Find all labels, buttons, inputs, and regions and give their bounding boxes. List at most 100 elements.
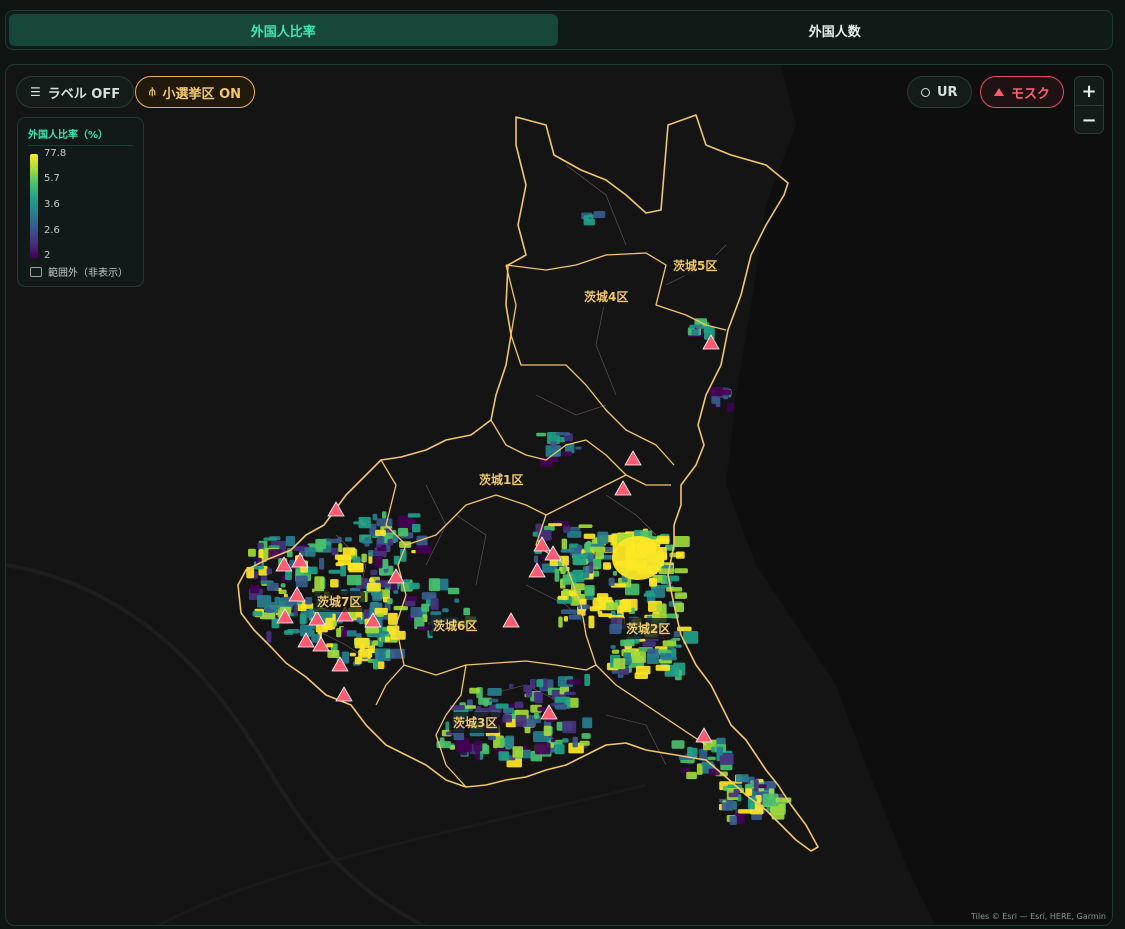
mosque-marker[interactable]	[614, 480, 632, 496]
tab-foreign-ratio[interactable]: 外国人比率	[9, 14, 558, 46]
choropleth-cell	[674, 568, 688, 574]
choropleth-cell	[305, 597, 313, 605]
mosque-toggle-button[interactable]: モスク	[980, 76, 1065, 108]
mosque-marker[interactable]	[695, 727, 713, 743]
choropleth-cell	[721, 802, 734, 811]
choropleth-cell	[673, 631, 681, 637]
municipal-boundary-line	[605, 494, 657, 536]
choropleth-cell	[281, 596, 288, 600]
choropleth-cell	[758, 784, 767, 789]
choropleth-cell	[675, 602, 684, 613]
choropleth-cell	[380, 631, 389, 635]
map-canvas[interactable]	[6, 65, 1113, 926]
choropleth-cell	[382, 559, 389, 569]
choropleth-cell	[502, 714, 512, 723]
choropleth-cell	[356, 617, 362, 623]
choropleth-cell	[729, 815, 737, 825]
choropleth-cell	[328, 569, 341, 574]
ratio-choropleth	[246, 211, 792, 825]
choropleth-cell	[299, 613, 306, 625]
choropleth-cell	[514, 701, 524, 709]
choropleth-cell	[584, 585, 595, 596]
choropleth-cell	[543, 725, 552, 736]
choropleth-cell	[597, 531, 609, 544]
choropleth-cell	[716, 746, 723, 756]
choropleth-cell	[533, 555, 539, 563]
municipal-boundary-line	[535, 394, 607, 416]
choropleth-cell	[428, 578, 440, 592]
map-attribution: Tiles © Esri — Esri, HERE, Garmin	[970, 912, 1106, 921]
choropleth-cell	[346, 574, 362, 586]
mosque-marker[interactable]	[288, 586, 306, 602]
choropleth-cell	[656, 538, 670, 543]
choropleth-cell	[430, 598, 439, 610]
district-label-7: 茨城7区	[313, 591, 366, 612]
choropleth-cell	[382, 511, 387, 519]
choropleth-cell	[483, 699, 489, 707]
choropleth-cell	[368, 550, 374, 557]
choropleth-cell	[376, 518, 393, 527]
choropleth-cell	[548, 523, 563, 527]
choropleth-cell	[536, 679, 544, 688]
mosque-marker[interactable]	[502, 612, 520, 628]
choropleth-cell	[338, 543, 343, 553]
mosque-marker[interactable]	[624, 450, 642, 466]
choropleth-cell	[551, 738, 556, 742]
choropleth-cell	[336, 628, 342, 638]
choropleth-cell	[406, 596, 417, 602]
background-road	[156, 783, 647, 925]
choropleth-cell	[604, 547, 614, 553]
choropleth-cell	[723, 396, 729, 400]
choropleth-cell	[598, 613, 613, 617]
choropleth-cell	[421, 603, 430, 612]
choropleth-cell	[612, 536, 664, 580]
zoom-in-button[interactable]: +	[1075, 77, 1103, 105]
tab-foreign-count[interactable]: 外国人数	[561, 14, 1110, 46]
district-toggle-button[interactable]: ⫛ 小選挙区 ON	[135, 76, 256, 108]
choropleth-cell	[662, 574, 667, 583]
choropleth-cell	[454, 598, 460, 603]
choropleth-cell	[248, 548, 256, 557]
choropleth-cell	[374, 556, 383, 569]
choropleth-cell	[498, 751, 510, 761]
legend-out-of-range: 範囲外（非表示）	[30, 264, 128, 279]
mosque-marker[interactable]	[335, 686, 353, 702]
choropleth-cell	[442, 608, 449, 613]
municipal-boundary-line	[605, 714, 667, 766]
choropleth-cell	[572, 553, 587, 566]
zoom-out-button[interactable]: −	[1075, 105, 1103, 134]
choropleth-cell	[409, 582, 420, 590]
choropleth-cell	[631, 651, 646, 663]
zoom-control: + −	[1074, 76, 1104, 134]
ur-toggle-button[interactable]: UR	[907, 76, 972, 108]
choropleth-cell	[588, 615, 595, 629]
choropleth-cell	[319, 557, 325, 570]
choropleth-cell	[257, 595, 272, 608]
municipal-boundaries	[305, 164, 727, 766]
choropleth-cell	[372, 633, 383, 638]
choropleth-cell	[487, 688, 502, 696]
choropleth-cell	[284, 630, 294, 635]
choropleth-cell	[314, 576, 324, 589]
choropleth-cell	[558, 616, 563, 628]
legend-tick: 2	[44, 250, 51, 261]
choropleth-cell	[649, 578, 658, 587]
choropleth-cell	[728, 792, 739, 798]
choropleth-cell	[557, 595, 568, 600]
map-view[interactable]: 茨城4区 茨城5区 茨城1区 茨城7区 茨城6区 茨城2区 茨城3区 ☰ ラベル…	[5, 64, 1113, 926]
choropleth-cell	[331, 547, 339, 556]
choropleth-cell	[489, 698, 499, 703]
mosque-marker[interactable]	[327, 501, 345, 517]
choropleth-cell	[619, 599, 632, 613]
choropleth-cell	[250, 584, 260, 594]
choropleth-cell	[583, 566, 590, 579]
choropleth-cell	[562, 738, 569, 743]
choropleth-cell	[412, 523, 421, 533]
choropleth-cell	[266, 631, 272, 643]
choropleth-cell	[376, 613, 384, 617]
choropleth-cell	[293, 604, 298, 617]
choropleth-cell	[675, 551, 685, 559]
label-toggle-button[interactable]: ☰ ラベル OFF	[16, 76, 135, 108]
choropleth-cell	[488, 735, 496, 741]
choropleth-cell	[345, 537, 352, 542]
